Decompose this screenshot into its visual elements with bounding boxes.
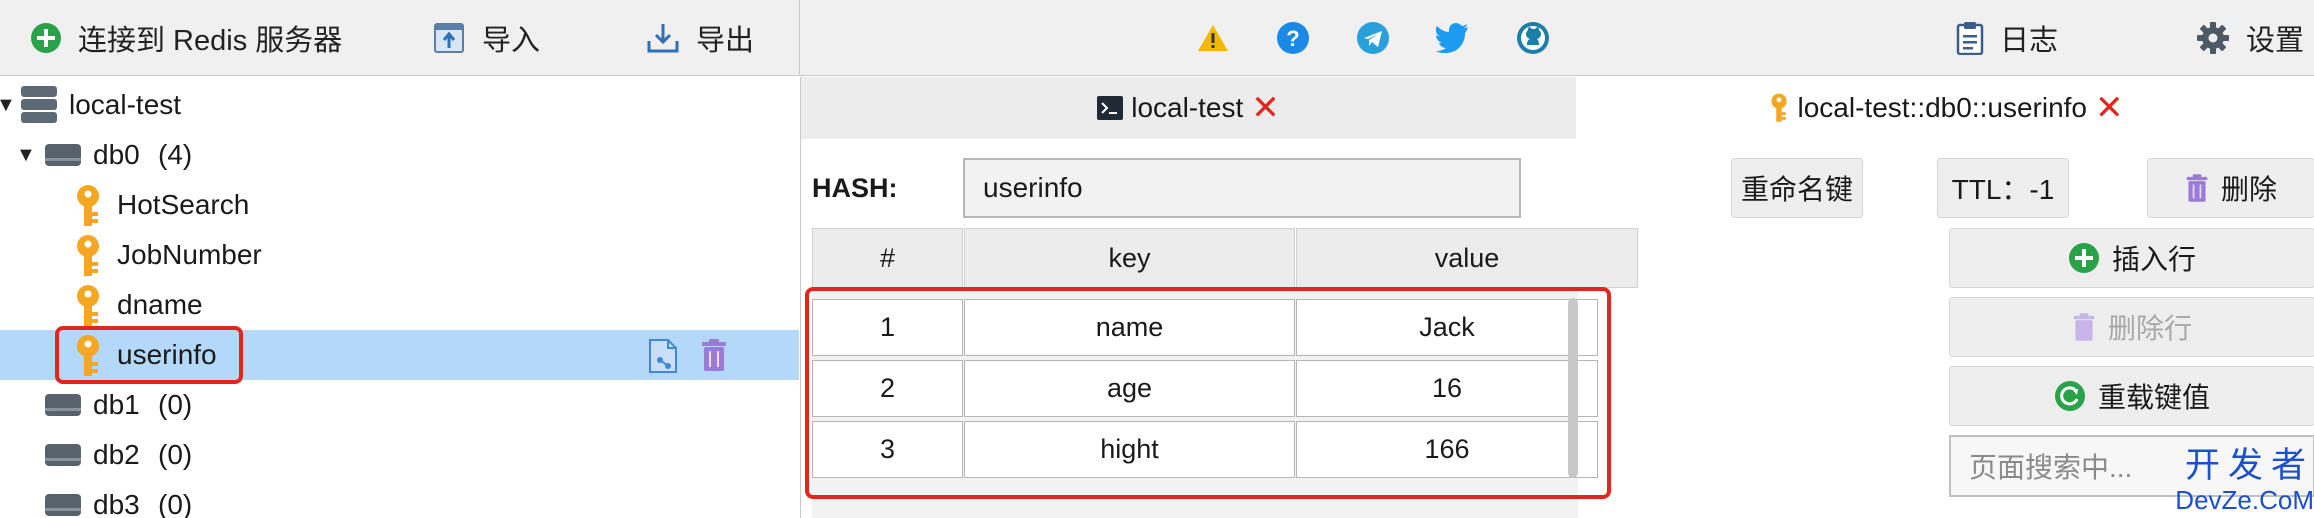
delete-key-button[interactable]: 删除 (2147, 158, 2314, 218)
key-editor-panel: local-test ✕ local-test::db0::userinfo ✕… (800, 77, 2314, 518)
database-icon (45, 494, 81, 516)
clipboard-icon (1956, 22, 1984, 55)
settings-label: 设置 (2246, 25, 2305, 57)
add-circle-icon (31, 23, 61, 53)
close-icon[interactable]: ✕ (2095, 91, 2124, 125)
tree-key-jobnumber[interactable]: JobNumber (0, 230, 799, 280)
delete-row-label: 删除行 (2107, 313, 2192, 344)
trash-icon (2186, 174, 2208, 202)
rename-key-button[interactable]: 重命名键 (1731, 158, 1863, 218)
connect-redis-label: 连接到 Redis 服务器 (78, 25, 343, 57)
tab-label: local-test (1131, 92, 1244, 123)
delete-row-button[interactable]: 删除行 (1949, 297, 2314, 357)
export-label: 导出 (696, 25, 755, 57)
svg-text:?: ? (1286, 26, 1299, 51)
key-name-input[interactable]: userinfo (963, 158, 1521, 218)
tree-db-db0[interactable]: ▼ db0 (4) (0, 130, 799, 180)
caret-down-icon[interactable]: ▼ (16, 144, 36, 167)
twitter-icon[interactable] (1434, 19, 1472, 57)
tree-db-db2[interactable]: db2 (0) (0, 430, 799, 480)
db-name: db1 (93, 389, 140, 420)
tree-db-db3[interactable]: db3 (0) (0, 480, 799, 518)
key-label: dname (117, 289, 203, 320)
key-label: JobNumber (117, 239, 262, 270)
import-label: 导入 (482, 25, 541, 57)
terminal-icon (1097, 96, 1124, 120)
warning-icon[interactable] (1194, 19, 1232, 57)
ttl-button[interactable]: TTL：-1 (1937, 158, 2069, 218)
trash-icon[interactable] (700, 338, 728, 372)
key-label: HotSearch (117, 189, 250, 220)
reload-value-button[interactable]: 重载键值 (1949, 366, 2314, 426)
tree-key-dname[interactable]: dname (0, 280, 799, 330)
db-count: (0) (158, 489, 193, 518)
log-button[interactable]: 日志 (1956, 0, 2058, 76)
connection-name: local-test (69, 89, 182, 120)
db-name: db2 (93, 439, 140, 470)
db-count: (0) (158, 389, 193, 420)
add-circle-icon (2068, 243, 2099, 273)
tree-connection-local-test[interactable]: ▼ local-test (0, 80, 799, 130)
toolbar: 连接到 Redis 服务器 导入 导出 ? 日志 设置 (0, 0, 2314, 76)
column-header-key[interactable]: key (964, 228, 1295, 288)
export-icon (647, 24, 679, 53)
settings-button[interactable]: 设置 (2196, 0, 2304, 76)
log-label: 日志 (2000, 25, 2059, 57)
db-name: db0 (93, 139, 140, 170)
export-button[interactable]: 导出 (646, 0, 754, 76)
watermark-bottom: DevZe.CoM (2175, 485, 2314, 515)
database-icon (45, 144, 81, 166)
telegram-icon[interactable] (1354, 19, 1392, 57)
rename-key-label: 重命名键 (1740, 174, 1853, 205)
db-count: (4) (158, 139, 193, 170)
db-name: db3 (93, 489, 140, 518)
ttl-label: TTL：-1 (1951, 174, 2055, 205)
server-icon (21, 86, 57, 123)
database-icon (45, 444, 81, 466)
key-icon (77, 285, 99, 326)
database-icon (45, 394, 81, 416)
connect-redis-button[interactable]: 连接到 Redis 服务器 (30, 0, 342, 76)
reload-value-label: 重载键值 (2097, 382, 2210, 413)
table-rows-highlight (805, 287, 1611, 499)
watermark: 开发者 DevZe.CoM (2160, 448, 2314, 513)
key-type-label: HASH: (812, 173, 898, 203)
close-icon[interactable]: ✕ (1251, 91, 1280, 125)
github-icon[interactable] (1514, 19, 1552, 57)
db-count: (0) (158, 439, 193, 470)
column-header-index[interactable]: # (812, 228, 963, 288)
refresh-icon (2054, 381, 2085, 411)
tree-db-db1[interactable]: db1 (0) (0, 380, 799, 430)
toolbar-divider (799, 0, 800, 76)
connection-tree: ▼ local-test ▼ db0 (4) HotSearch JobNumb… (0, 77, 799, 518)
watermark-top: 开发者 (2184, 446, 2314, 485)
selected-key-highlight (55, 326, 243, 384)
import-button[interactable]: 导入 (434, 0, 540, 76)
tab-bar: local-test ✕ local-test::db0::userinfo ✕ (801, 77, 2314, 139)
tree-key-hotsearch[interactable]: HotSearch (0, 180, 799, 230)
key-icon (77, 235, 99, 276)
tab-local-test[interactable]: local-test ✕ (801, 77, 1576, 139)
key-icon (1770, 93, 1787, 122)
gear-icon (2197, 22, 2229, 54)
trash-icon (2073, 313, 2095, 341)
insert-row-button[interactable]: 插入行 (1949, 228, 2314, 288)
key-icon (77, 185, 99, 226)
tab-userinfo[interactable]: local-test::db0::userinfo ✕ (1576, 77, 2314, 139)
tab-label: local-test::db0::userinfo (1797, 92, 2088, 123)
copy-key-icon[interactable] (648, 338, 678, 374)
delete-key-label: 删除 (2220, 174, 2277, 205)
help-icon[interactable]: ? (1274, 19, 1312, 57)
caret-down-icon[interactable]: ▼ (0, 94, 16, 117)
import-icon (434, 23, 464, 53)
column-header-value[interactable]: value (1296, 228, 1638, 288)
insert-row-label: 插入行 (2111, 244, 2196, 275)
